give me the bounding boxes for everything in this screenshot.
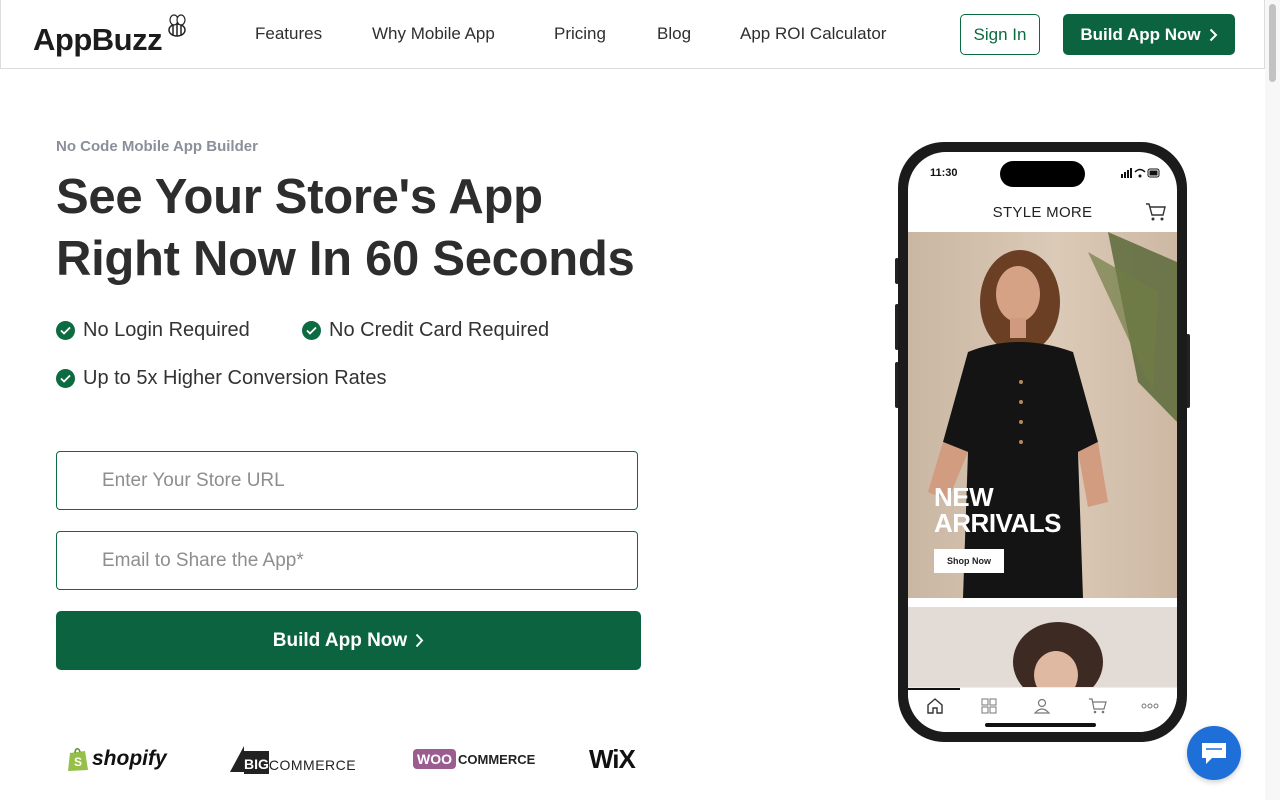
hero-eyebrow: No Code Mobile App Builder — [56, 138, 258, 155]
nav-roi-calculator[interactable]: App ROI Calculator — [740, 24, 886, 44]
wix-wordmark: WiX — [589, 743, 636, 774]
build-app-main-label: Build App Now — [272, 629, 408, 651]
phone-screen: 11:30 STYLE MORE NEW ARRIVALS Shop Now — [908, 152, 1177, 732]
scrollbar-thumb[interactable] — [1269, 4, 1276, 82]
model-illustration-2 — [1013, 622, 1103, 687]
grid-icon[interactable] — [979, 696, 999, 716]
bigcommerce-triangle-icon — [230, 746, 244, 772]
second-banner[interactable] — [908, 607, 1177, 687]
banner-line-2: ARRIVALS — [934, 508, 1061, 538]
model-illustration — [928, 232, 1177, 598]
chevron-right-icon — [415, 633, 424, 648]
email-input[interactable] — [56, 531, 638, 590]
cart-icon[interactable] — [1088, 696, 1108, 716]
check-circle-icon — [56, 369, 75, 388]
nav-why-mobile-app[interactable]: Why Mobile App — [372, 24, 495, 44]
sign-in-label: Sign In — [973, 24, 1027, 44]
bigcommerce-wordmark: COMMERCE — [268, 756, 357, 773]
headline-line-1: See Your Store's App — [56, 170, 543, 224]
nav-pricing[interactable]: Pricing — [554, 24, 606, 44]
feature-conversion: Up to 5x Higher Conversion Rates — [56, 367, 386, 390]
site-header: AppBuzz Features Why Mobile App Pricing … — [0, 0, 1265, 69]
status-time: 11:30 — [930, 167, 958, 179]
store-url-input[interactable] — [56, 451, 638, 510]
signal-wifi-battery-icon — [1121, 168, 1160, 178]
logo[interactable]: AppBuzz — [33, 22, 163, 58]
phone-mockup: 11:30 STYLE MORE NEW ARRIVALS Shop Now — [898, 142, 1187, 742]
shopify-wordmark: shopify — [92, 747, 167, 770]
banner-line-1: NEW — [934, 482, 994, 512]
bee-icon — [168, 14, 186, 37]
check-circle-icon — [302, 321, 321, 340]
banner-heading: NEW ARRIVALS — [934, 484, 1061, 536]
shopify-bag-icon: S — [68, 748, 88, 771]
chevron-right-icon — [1209, 28, 1218, 41]
cart-icon[interactable] — [1145, 202, 1167, 222]
feature-label: Up to 5x Higher Conversion Rates — [83, 367, 387, 389]
woocommerce-logo: WOO COMMERCE — [413, 744, 535, 774]
build-app-header-button[interactable]: Build App Now — [1063, 14, 1235, 55]
feature-no-credit-card: No Credit Card Required — [302, 319, 549, 342]
headline-line-2: Right Now In 60 Seconds — [56, 232, 635, 286]
shopify-logo: S shopify — [67, 744, 167, 774]
home-indicator — [985, 723, 1096, 727]
nav-blog[interactable]: Blog — [657, 24, 691, 44]
check-circle-icon — [56, 321, 75, 340]
svg-text:S: S — [74, 755, 82, 769]
feature-no-login: No Login Required — [56, 319, 250, 342]
build-app-header-label: Build App Now — [1080, 24, 1201, 44]
feature-label: No Credit Card Required — [329, 319, 550, 341]
store-title: STYLE MORE — [992, 204, 1093, 221]
hero-headline: See Your Store's App Right Now In 60 Sec… — [56, 166, 696, 290]
woocommerce-wordmark: COMMERCE — [458, 751, 536, 767]
chat-widget-button[interactable] — [1187, 726, 1241, 780]
build-app-main-button[interactable]: Build App Now — [56, 611, 641, 670]
dynamic-island — [1000, 161, 1085, 187]
woo-badge: WOO — [413, 749, 456, 769]
more-icon[interactable] — [1140, 696, 1160, 716]
nav-features[interactable]: Features — [255, 24, 322, 44]
wix-logo: WiX — [589, 743, 636, 774]
chat-icon — [1202, 743, 1226, 764]
sign-in-button[interactable]: Sign In — [960, 14, 1040, 55]
home-icon[interactable] — [925, 696, 945, 716]
user-icon[interactable] — [1032, 696, 1052, 716]
bigcommerce-big: BIG — [244, 750, 269, 774]
tab-active-indicator — [908, 688, 960, 690]
feature-label: No Login Required — [83, 319, 250, 341]
shop-now-button[interactable]: Shop Now — [934, 549, 1004, 573]
new-arrivals-banner[interactable]: NEW ARRIVALS Shop Now — [908, 232, 1177, 598]
page-scrollbar[interactable] — [1265, 0, 1280, 800]
bigcommerce-logo: BIG COMMERCE — [230, 744, 356, 774]
